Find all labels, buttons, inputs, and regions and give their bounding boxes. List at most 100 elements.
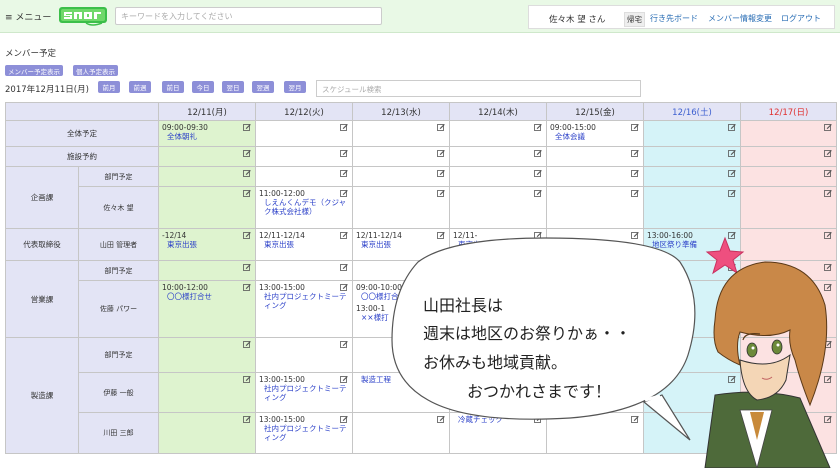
schedule-cell[interactable]	[255, 166, 353, 187]
schedule-cell[interactable]: 10:00-12:00 〇〇様打合せ	[158, 280, 256, 338]
schedule-cell[interactable]	[255, 120, 353, 147]
prev-week-button[interactable]: 前週	[129, 81, 151, 93]
schedule-search-input[interactable]: スケジュール検索	[316, 80, 641, 97]
edit-icon[interactable]	[340, 283, 348, 291]
edit-icon[interactable]	[631, 263, 639, 271]
schedule-event[interactable]: 製造工程	[354, 374, 449, 386]
schedule-cell[interactable]	[158, 146, 256, 167]
schedule-cell[interactable]: 13:00-15:00 社内プロジェクトミーティング	[255, 372, 353, 413]
event-title-link[interactable]: しえんくんデモ（クジャク株式会社様）	[259, 198, 349, 216]
member-label[interactable]: 部門予定	[78, 337, 159, 373]
schedule-cell[interactable]	[643, 337, 741, 373]
edit-icon[interactable]	[631, 169, 639, 177]
member-label[interactable]: 部門予定	[78, 166, 159, 187]
event-title-link[interactable]: 全体朝礼	[162, 132, 252, 141]
schedule-cell[interactable]	[352, 146, 450, 167]
schedule-cell[interactable]	[352, 186, 450, 229]
schedule-event[interactable]: 12/11-12/14 東京出張	[354, 230, 449, 251]
edit-icon[interactable]	[340, 231, 348, 239]
edit-icon[interactable]	[437, 123, 445, 131]
edit-icon[interactable]	[728, 123, 736, 131]
edit-icon[interactable]	[534, 263, 542, 271]
member-label[interactable]: 部門予定	[78, 260, 159, 281]
edit-icon[interactable]	[340, 169, 348, 177]
edit-icon[interactable]	[728, 340, 736, 348]
schedule-cell[interactable]	[740, 412, 837, 454]
edit-icon[interactable]	[824, 375, 832, 383]
next-week-button[interactable]: 翌週	[252, 81, 274, 93]
prev-day-button[interactable]: 前日	[162, 81, 184, 93]
member-label[interactable]: 山田 管理者	[78, 228, 159, 261]
edit-icon[interactable]	[340, 263, 348, 271]
edit-icon[interactable]	[824, 231, 832, 239]
member-label[interactable]: 伊藤 一般	[78, 372, 159, 413]
edit-icon[interactable]	[534, 415, 542, 423]
prev-month-button[interactable]: 前月	[98, 81, 120, 93]
edit-icon[interactable]	[243, 375, 251, 383]
edit-icon[interactable]	[824, 340, 832, 348]
schedule-cell[interactable]	[158, 186, 256, 229]
edit-icon[interactable]	[631, 375, 639, 383]
member-label[interactable]: 川田 三郎	[78, 412, 159, 454]
schedule-cell[interactable]	[740, 120, 837, 147]
schedule-cell[interactable]	[449, 260, 547, 281]
edit-icon[interactable]	[631, 283, 639, 291]
schedule-cell[interactable]: 11:00-12:00 しえんくんデモ（クジャク株式会社様）	[255, 186, 353, 229]
edit-icon[interactable]	[243, 283, 251, 291]
event-title-link[interactable]: 〇〇様打合せ	[162, 292, 252, 301]
personal-schedule-tab[interactable]: 個人予定表示	[73, 65, 118, 76]
schedule-cell[interactable]: 製造工程	[352, 372, 450, 413]
schedule-event[interactable]: 12/11- 東京出張	[451, 230, 546, 251]
edit-icon[interactable]	[631, 415, 639, 423]
event-title-link[interactable]: 社内プロジェクトミーティング	[259, 384, 349, 402]
schedule-cell[interactable]: 13:00-15:00 社内プロジェクトミーティング	[255, 280, 353, 338]
edit-icon[interactable]	[631, 231, 639, 239]
next-month-button[interactable]: 翌月	[284, 81, 306, 93]
event-title-link[interactable]: 東京出張	[356, 240, 446, 249]
schedule-cell[interactable]	[546, 146, 644, 167]
schedule-cell[interactable]	[546, 228, 644, 261]
edit-icon[interactable]	[728, 149, 736, 157]
schedule-cell[interactable]	[546, 412, 644, 454]
schedule-cell[interactable]	[449, 166, 547, 187]
status-badge[interactable]: 帰宅	[624, 12, 645, 27]
edit-icon[interactable]	[631, 189, 639, 197]
spod-logo[interactable]	[58, 5, 108, 27]
edit-icon[interactable]	[824, 169, 832, 177]
edit-icon[interactable]	[437, 189, 445, 197]
edit-icon[interactable]	[340, 340, 348, 348]
schedule-cell[interactable]: 冷蔵チェック	[449, 412, 547, 454]
edit-icon[interactable]	[631, 149, 639, 157]
edit-icon[interactable]	[534, 123, 542, 131]
schedule-cell[interactable]	[255, 337, 353, 373]
schedule-event[interactable]: 13:00-16:00 地区祭り準備	[645, 230, 740, 251]
schedule-cell[interactable]: 10:00-	[740, 280, 837, 338]
schedule-cell[interactable]	[740, 228, 837, 261]
edit-icon[interactable]	[243, 263, 251, 271]
edit-icon[interactable]	[824, 415, 832, 423]
schedule-cell[interactable]	[643, 280, 741, 338]
event-title-link[interactable]: 製造工程	[356, 375, 446, 384]
schedule-event[interactable]: -12/14 東京出張	[160, 230, 255, 251]
schedule-cell[interactable]	[643, 166, 741, 187]
schedule-cell[interactable]: 12/11-12/14 東京出張	[352, 228, 450, 261]
schedule-cell[interactable]	[643, 186, 741, 229]
schedule-cell[interactable]: 13:00-15:00 社内プロジェクトミーティング	[255, 412, 353, 454]
event-title-link[interactable]: 東京出張	[259, 240, 349, 249]
edit-icon[interactable]	[824, 283, 832, 291]
event-title-link[interactable]: 全体会議	[550, 132, 640, 141]
logout-link[interactable]: ログアウト	[781, 13, 821, 24]
schedule-event[interactable]: 10:00-12:00 〇〇様打合せ	[160, 282, 255, 303]
schedule-event[interactable]: 冷蔵チェック	[451, 414, 546, 426]
schedule-cell[interactable]	[158, 412, 256, 454]
event-title-link[interactable]: 社内プロジェクトミーティング	[259, 424, 349, 442]
edit-icon[interactable]	[243, 189, 251, 197]
schedule-cell[interactable]: 12/11- 東京出張	[449, 228, 547, 261]
schedule-cell[interactable]: 09:00-09:30 全体朝礼	[158, 120, 256, 147]
schedule-cell[interactable]	[740, 146, 837, 167]
schedule-cell[interactable]	[449, 120, 547, 147]
edit-icon[interactable]	[728, 263, 736, 271]
edit-icon[interactable]	[824, 263, 832, 271]
schedule-cell[interactable]	[643, 412, 741, 454]
schedule-cell[interactable]	[158, 372, 256, 413]
